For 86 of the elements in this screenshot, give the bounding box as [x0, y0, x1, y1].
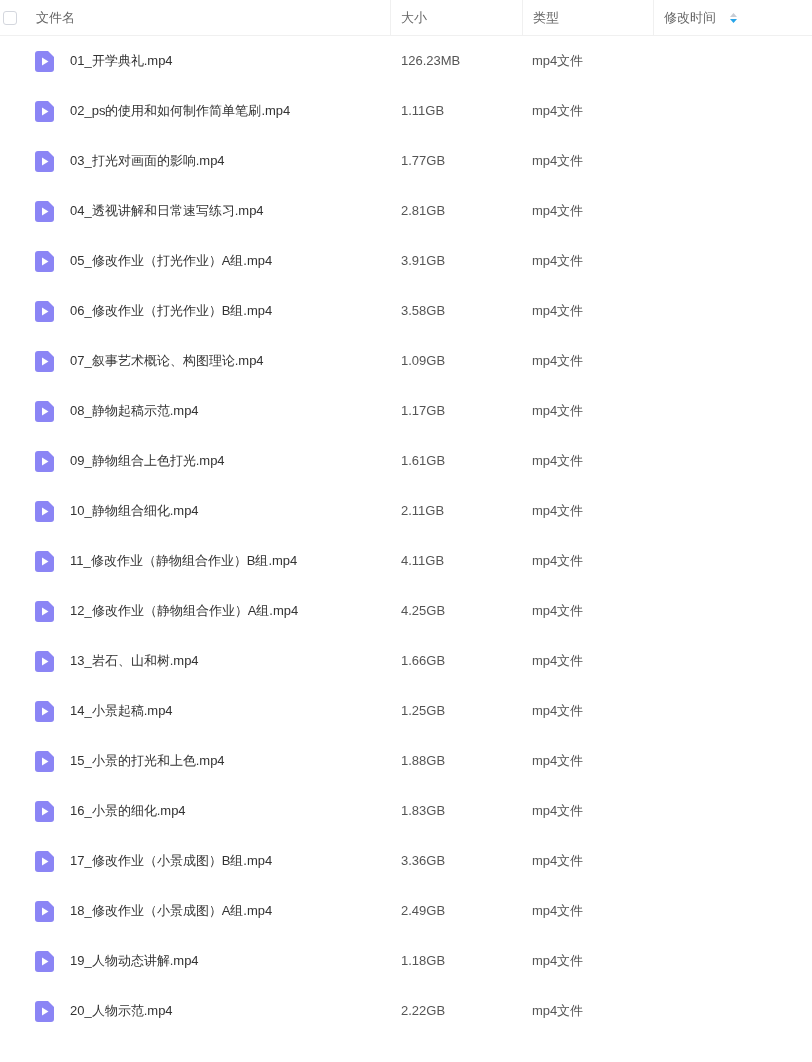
file-size: 3.36GB [401, 853, 446, 869]
video-file-icon [35, 250, 54, 272]
video-file-icon [35, 150, 54, 172]
file-name[interactable]: 08_静物起稿示范.mp4 [70, 401, 199, 421]
file-type: mp4文件 [532, 453, 584, 469]
video-file-icon [35, 1000, 54, 1022]
file-name[interactable]: 03_打光对画面的影响.mp4 [70, 151, 225, 171]
video-file-icon [35, 850, 54, 872]
file-type: mp4文件 [532, 103, 584, 119]
file-size: 2.81GB [401, 203, 446, 219]
file-name[interactable]: 18_修改作业（小景成图）A组.mp4 [70, 901, 273, 921]
file-size: 1.18GB [401, 953, 446, 969]
file-name[interactable]: 06_修改作业（打光作业）B组.mp4 [70, 301, 273, 321]
file-type: mp4文件 [532, 203, 584, 219]
file-type: mp4文件 [532, 253, 584, 269]
file-name[interactable]: 09_静物组合上色打光.mp4 [70, 451, 225, 471]
file-type: mp4文件 [532, 653, 584, 669]
file-size: 1.11GB [401, 103, 445, 119]
file-name[interactable]: 13_岩石、山和树.mp4 [70, 651, 199, 671]
video-file-icon [35, 400, 54, 422]
file-name[interactable]: 12_修改作业（静物组合作业）A组.mp4 [70, 601, 299, 621]
video-file-icon [35, 450, 54, 472]
file-type: mp4文件 [532, 703, 584, 719]
file-type: mp4文件 [532, 353, 584, 369]
video-file-icon [35, 750, 54, 772]
file-name[interactable]: 10_静物组合细化.mp4 [70, 501, 199, 521]
file-type: mp4文件 [532, 953, 584, 969]
video-file-icon [35, 650, 54, 672]
file-size: 1.61GB [401, 453, 446, 469]
file-type: mp4文件 [532, 753, 584, 769]
file-type: mp4文件 [532, 853, 584, 869]
file-name[interactable]: 05_修改作业（打光作业）A组.mp4 [70, 251, 273, 271]
file-type: mp4文件 [532, 903, 584, 919]
video-file-icon [35, 100, 54, 122]
file-size: 3.58GB [401, 303, 446, 319]
video-file-icon [35, 500, 54, 522]
file-name[interactable]: 19_人物动态讲解.mp4 [70, 951, 199, 971]
video-file-icon [35, 950, 54, 972]
video-file-icon [35, 350, 54, 372]
file-size: 4.25GB [401, 603, 446, 619]
video-file-icon [35, 200, 54, 222]
video-file-icon [35, 50, 54, 72]
column-header[interactable]: 类型 [533, 7, 559, 28]
file-size: 2.22GB [401, 1003, 446, 1019]
file-name[interactable]: 07_叙事艺术概论、构图理论.mp4 [70, 351, 264, 371]
file-name[interactable]: 17_修改作业（小景成图）B组.mp4 [70, 851, 273, 871]
file-name[interactable]: 02_ps的使用和如何制作简单笔刷.mp4 [70, 101, 291, 121]
file-type: mp4文件 [532, 153, 584, 169]
file-type: mp4文件 [532, 303, 584, 319]
file-size: 126.23MB [401, 53, 461, 69]
file-size: 1.09GB [401, 353, 446, 369]
file-name[interactable]: 15_小景的打光和上色.mp4 [70, 751, 225, 771]
file-type: mp4文件 [532, 503, 584, 519]
file-size: 1.88GB [401, 753, 446, 769]
file-size: 2.11GB [401, 503, 445, 519]
file-size: 1.66GB [401, 653, 446, 669]
file-size: 1.25GB [401, 703, 446, 719]
file-size: 3.91GB [401, 253, 446, 269]
file-type: mp4文件 [532, 1003, 584, 1019]
column-header[interactable]: 大小 [401, 7, 427, 28]
sort-icon[interactable] [730, 12, 737, 23]
video-file-icon [35, 700, 54, 722]
video-file-icon [35, 600, 54, 622]
file-size: 1.77GB [401, 153, 446, 169]
file-name[interactable]: 11_修改作业（静物组合作业）B组.mp4 [70, 551, 298, 571]
file-size: 1.17GB [401, 403, 446, 419]
video-file-icon [35, 900, 54, 922]
file-type: mp4文件 [532, 53, 584, 69]
file-name[interactable]: 01_开学典礼.mp4 [70, 51, 173, 71]
file-size: 1.83GB [401, 803, 446, 819]
video-file-icon [35, 800, 54, 822]
file-size: 2.49GB [401, 903, 446, 919]
video-file-icon [35, 550, 54, 572]
video-file-icon [35, 300, 54, 322]
file-type: mp4文件 [532, 803, 584, 819]
column-header[interactable]: 文件名 [36, 7, 75, 28]
file-type: mp4文件 [532, 603, 584, 619]
file-size: 4.11GB [401, 553, 445, 569]
file-type: mp4文件 [532, 553, 584, 569]
column-header[interactable]: 修改时间 [664, 7, 716, 28]
file-type: mp4文件 [532, 403, 584, 419]
file-name[interactable]: 14_小景起稿.mp4 [70, 701, 173, 721]
select-all-checkbox[interactable] [3, 10, 17, 25]
file-name[interactable]: 16_小景的细化.mp4 [70, 801, 186, 821]
file-name[interactable]: 04_透视讲解和日常速写练习.mp4 [70, 201, 264, 221]
file-name[interactable]: 20_人物示范.mp4 [70, 1001, 173, 1021]
